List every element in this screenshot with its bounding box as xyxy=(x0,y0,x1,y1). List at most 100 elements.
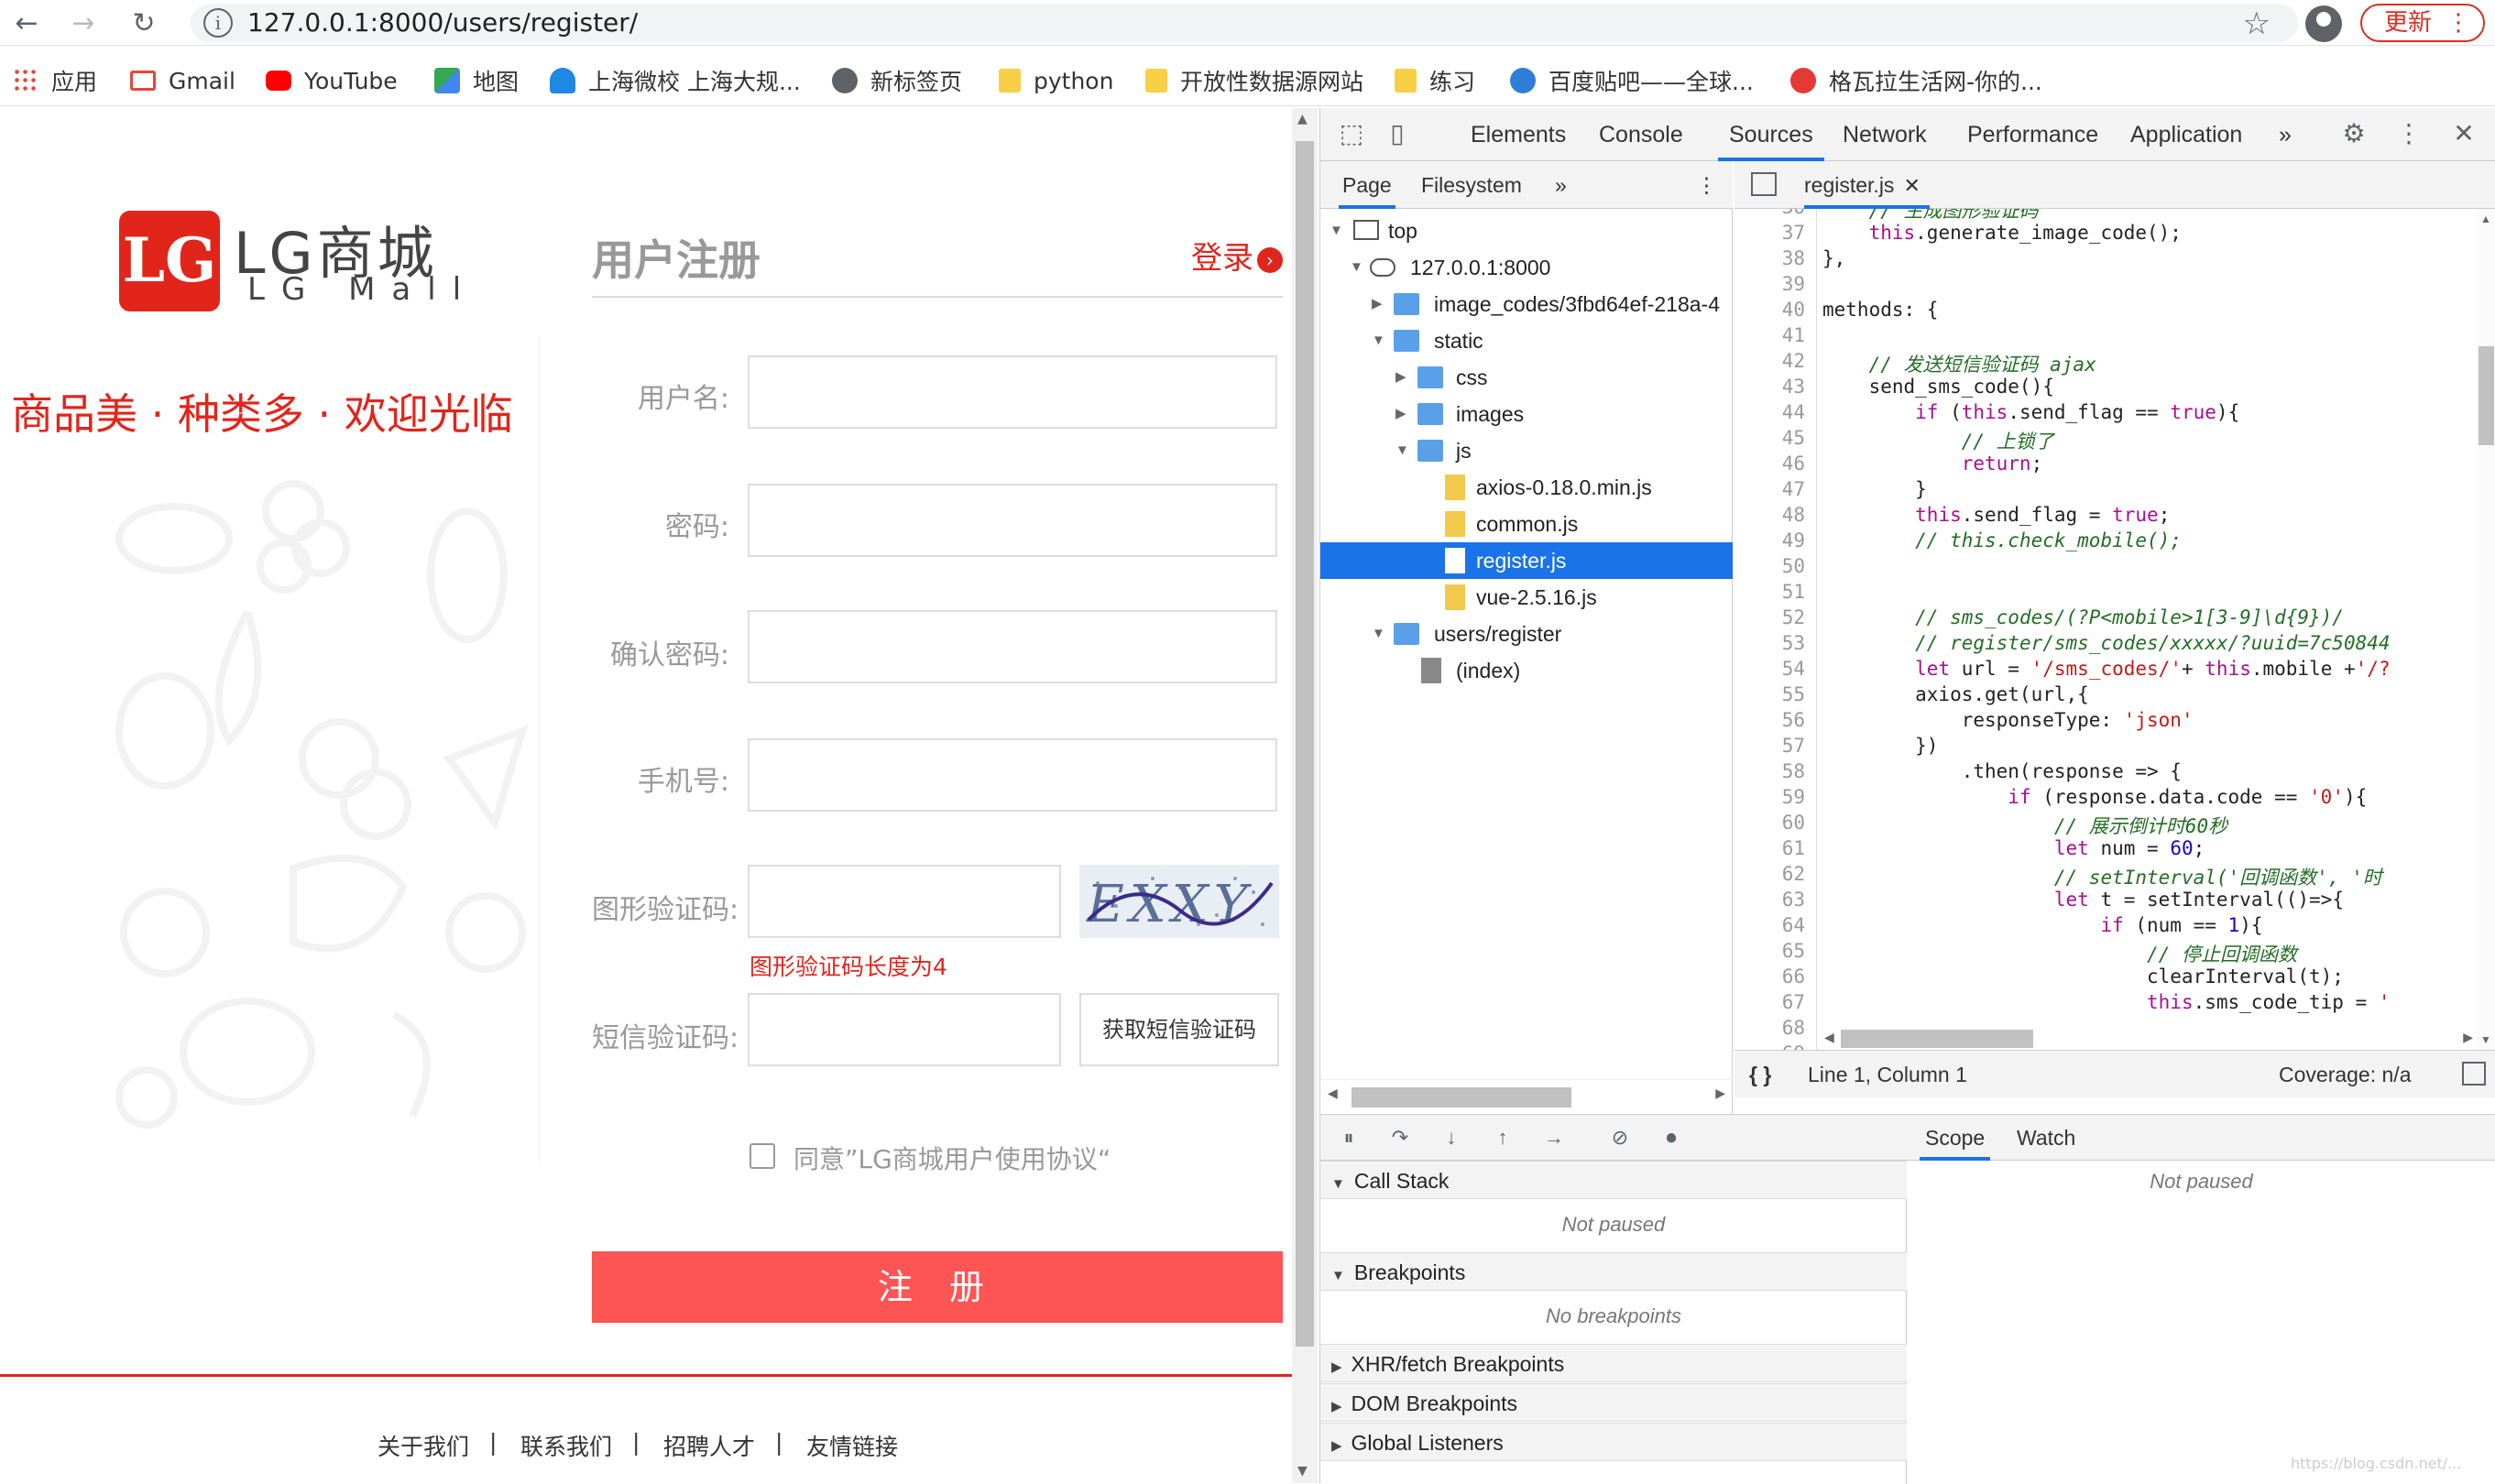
toggle-navigator-icon[interactable] xyxy=(1751,172,1777,196)
line-number[interactable]: 58 xyxy=(1782,760,1805,782)
navigator-menu-icon[interactable]: ⋮ xyxy=(1696,161,1717,209)
editor-tab-register-js[interactable]: register.js ✕ xyxy=(1804,161,1930,209)
line-number[interactable]: 41 xyxy=(1782,324,1805,346)
close-devtools-icon[interactable]: ✕ xyxy=(2447,117,2480,150)
pause-on-exceptions-icon[interactable]: ⏺ xyxy=(1658,1124,1685,1151)
more-tabs-icon[interactable]: » xyxy=(2279,108,2292,161)
line-number[interactable]: 56 xyxy=(1782,709,1805,731)
bookmark-new-tab[interactable]: 新标签页 xyxy=(832,64,962,97)
line-number[interactable]: 52 xyxy=(1782,606,1805,628)
line-number[interactable]: 57 xyxy=(1782,735,1805,757)
global-listeners-header[interactable]: ▶ Global Listeners xyxy=(1320,1423,1907,1461)
image-code-input[interactable] xyxy=(748,865,1061,938)
reload-icon[interactable]: ↻ xyxy=(126,5,161,40)
line-number[interactable]: 63 xyxy=(1782,889,1805,911)
page-scrollbar[interactable]: ▲ ▼ xyxy=(1292,108,1318,1483)
tab-elements[interactable]: Elements xyxy=(1471,108,1566,161)
forward-icon[interactable]: → xyxy=(66,5,101,40)
navigator-hscrollbar[interactable]: ◀ ▶ xyxy=(1320,1079,1733,1112)
tree-item[interactable]: ▼ users/register xyxy=(1320,616,1733,652)
tab-filesystem[interactable]: Filesystem xyxy=(1421,161,1522,209)
tree-item[interactable]: common.js xyxy=(1320,506,1733,542)
more-nav-tabs-icon[interactable]: » xyxy=(1555,161,1567,209)
footer-jobs-link[interactable]: 招聘人才 xyxy=(663,1429,755,1462)
tab-page[interactable]: Page xyxy=(1339,161,1395,209)
close-tab-icon[interactable]: ✕ xyxy=(1903,174,1920,197)
line-number[interactable]: 53 xyxy=(1782,632,1805,654)
line-number[interactable]: 45 xyxy=(1782,427,1805,449)
breakpoints-header[interactable]: ▼ Breakpoints xyxy=(1320,1252,1907,1291)
bookmark-python[interactable]: python xyxy=(999,64,1113,97)
menu-dots-icon[interactable]: ⋮ xyxy=(2446,5,2470,40)
line-number[interactable]: 55 xyxy=(1782,683,1805,705)
line-number[interactable]: 51 xyxy=(1782,581,1805,603)
tree-item[interactable]: vue-2.5.16.js xyxy=(1320,579,1733,616)
profile-avatar[interactable] xyxy=(2305,5,2342,42)
scroll-down-icon[interactable]: ▼ xyxy=(1297,1464,1308,1479)
info-icon[interactable]: i xyxy=(203,8,233,38)
back-icon[interactable]: ← xyxy=(9,5,44,40)
code-content[interactable]: // 生成图形验证码 this.generate_image_code(); }… xyxy=(1822,209,2475,1050)
footer-friends-link[interactable]: 友情链接 xyxy=(806,1429,898,1462)
line-number[interactable]: 43 xyxy=(1782,376,1805,398)
deactivate-breakpoints-icon[interactable]: ⊘ xyxy=(1606,1124,1634,1151)
tree-item[interactable]: ▶ image_codes/3fbd64ef-218a-4 xyxy=(1320,286,1733,322)
agree-checkbox[interactable] xyxy=(750,1143,775,1169)
tree-item[interactable]: ▼ top xyxy=(1320,213,1733,249)
address-bar[interactable]: i 127.0.0.1:8000/users/register/ ☆ xyxy=(191,4,2298,42)
line-number[interactable]: 62 xyxy=(1782,863,1805,885)
tab-console[interactable]: Console xyxy=(1599,108,1683,161)
inspect-element-icon[interactable]: ⬚ xyxy=(1335,117,1368,150)
line-number[interactable]: 42 xyxy=(1782,350,1805,372)
customize-dots-icon[interactable]: ⋮ xyxy=(2392,117,2425,150)
line-number[interactable]: 49 xyxy=(1782,529,1805,551)
editor-hscroll-thumb[interactable] xyxy=(1841,1030,2033,1048)
device-toggle-icon[interactable]: ▯ xyxy=(1381,117,1414,150)
line-number[interactable]: 46 xyxy=(1782,453,1805,475)
bookmark-tieba[interactable]: 百度贴吧——全球... xyxy=(1510,64,1754,97)
scroll-left-icon[interactable]: ◀ xyxy=(1824,1030,1834,1045)
line-number[interactable]: 65 xyxy=(1782,940,1805,962)
login-link[interactable]: 登录 › xyxy=(1191,233,1283,278)
update-button[interactable]: 更新 ⋮ xyxy=(2360,4,2485,42)
scroll-right-icon[interactable]: ▶ xyxy=(2463,1030,2473,1045)
tree-item[interactable]: (index) xyxy=(1320,652,1733,689)
step-over-icon[interactable]: ↷ xyxy=(1386,1124,1414,1151)
line-number[interactable]: 47 xyxy=(1782,478,1805,500)
scroll-right-icon[interactable]: ▶ xyxy=(1715,1086,1725,1101)
navigator-hscroll-thumb[interactable] xyxy=(1351,1087,1571,1108)
line-number[interactable]: 60 xyxy=(1782,812,1805,834)
editor-vscroll-thumb[interactable] xyxy=(2479,346,2494,445)
line-number[interactable]: 61 xyxy=(1782,837,1805,859)
line-number[interactable]: 39 xyxy=(1782,273,1805,295)
bookmark-apps[interactable]: 应用 xyxy=(13,64,97,97)
line-number[interactable]: 68 xyxy=(1782,1017,1805,1039)
line-number[interactable]: 48 xyxy=(1782,504,1805,526)
tab-network[interactable]: Network xyxy=(1843,108,1927,161)
tab-performance[interactable]: Performance xyxy=(1967,108,2098,161)
tree-item[interactable]: ▼ js xyxy=(1320,432,1733,469)
tree-item[interactable]: ▼ 127.0.0.1:8000 xyxy=(1320,249,1733,286)
password-input[interactable] xyxy=(748,484,1277,557)
bookmark-youtube[interactable]: YouTube xyxy=(266,64,398,97)
confirm-password-input[interactable] xyxy=(748,610,1277,683)
editor-vscrollbar[interactable]: ▲ ▼ xyxy=(2477,209,2495,1050)
line-number[interactable]: 40 xyxy=(1782,299,1805,321)
tree-item-selected[interactable]: register.js xyxy=(1320,542,1733,579)
scroll-down-icon[interactable]: ▼ xyxy=(2480,1033,2491,1046)
scroll-up-icon[interactable]: ▲ xyxy=(2480,213,2491,225)
footer-about-link[interactable]: 关于我们 xyxy=(378,1429,469,1462)
tree-item[interactable]: ▼ static xyxy=(1320,322,1733,359)
tab-sources[interactable]: Sources xyxy=(1718,108,1824,161)
bookmark-maps[interactable]: 地图 xyxy=(434,64,519,97)
tab-scope[interactable]: Scope xyxy=(1920,1115,1991,1161)
line-number[interactable]: 37 xyxy=(1782,222,1805,244)
mobile-input[interactable] xyxy=(748,738,1277,812)
line-number[interactable]: 69 xyxy=(1782,1042,1805,1050)
editor-hscrollbar[interactable]: ◀ ▶ xyxy=(1822,1028,2475,1050)
get-sms-code-button[interactable]: 获取短信验证码 xyxy=(1079,993,1279,1066)
bookmark-gewara[interactable]: 格瓦拉生活网-你的... xyxy=(1790,64,2042,97)
line-number[interactable]: 67 xyxy=(1782,991,1805,1013)
register-submit-button[interactable]: 注 册 xyxy=(592,1251,1283,1323)
xhr-breakpoints-header[interactable]: ▶ XHR/fetch Breakpoints xyxy=(1320,1344,1907,1382)
